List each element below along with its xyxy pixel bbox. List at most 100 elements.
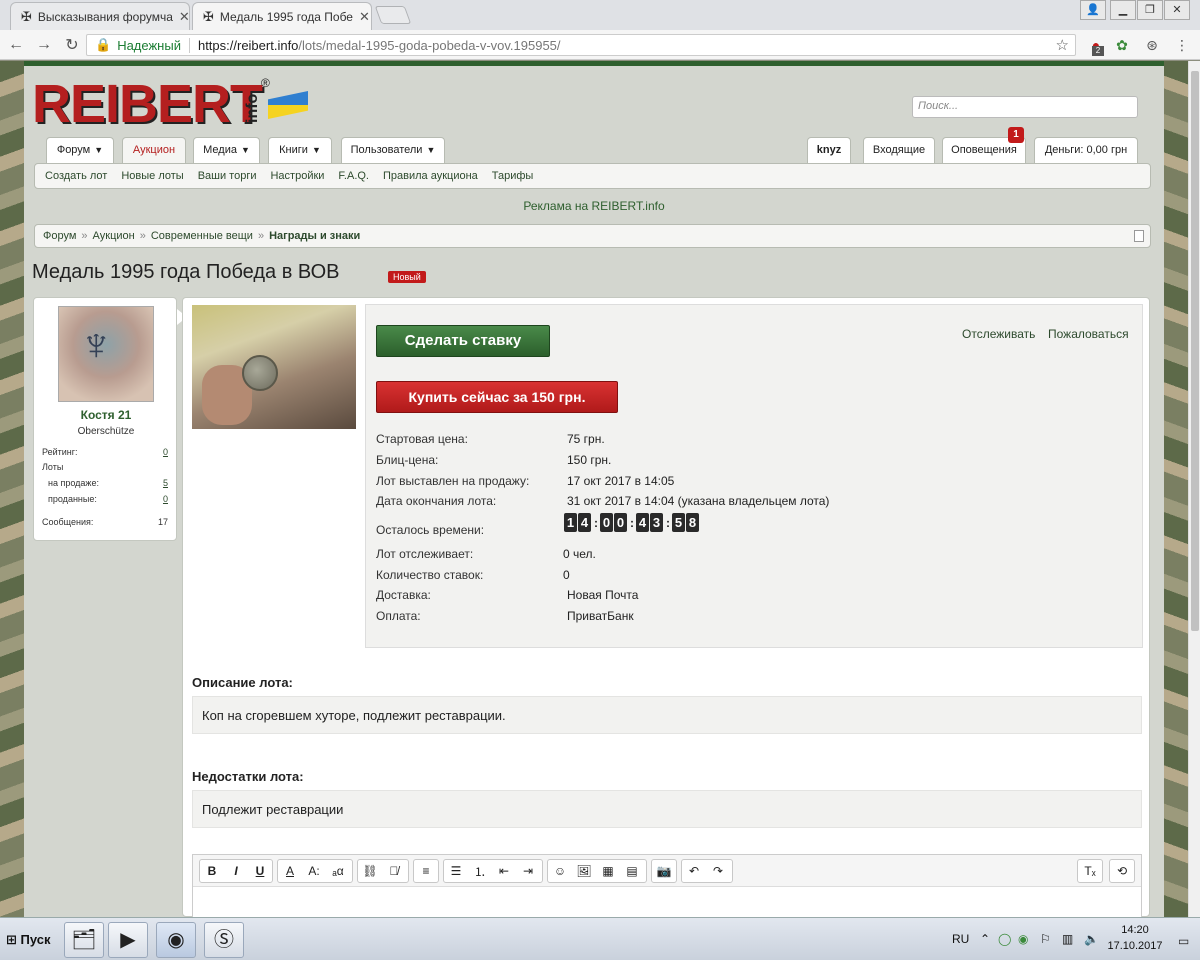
menu-icon[interactable]: ⋮ [1172, 35, 1192, 55]
file-explorer-icon[interactable]: 🗂 [64, 922, 104, 958]
close-icon[interactable]: ✕ [173, 9, 189, 25]
redo-icon[interactable]: ↷ [706, 864, 730, 878]
reload-icon[interactable]: ↻ [60, 35, 84, 55]
link-icon[interactable]: ⛓ [358, 864, 382, 878]
browser-tab-active[interactable]: ✠ Медаль 1995 года Побе ✕ [192, 2, 372, 30]
address-bar[interactable]: 🔒 Надежный https://reibert.info /lots/me… [86, 34, 1076, 56]
media-icon[interactable]: ▦ [596, 864, 620, 878]
tab-books[interactable]: Книги ▼ [268, 137, 332, 163]
bold-icon[interactable]: B [200, 864, 224, 878]
field-value: Новая Почта [567, 588, 639, 602]
trident-icon: ♆ [79, 318, 114, 370]
start-button[interactable]: ⊞ Пуск [2, 925, 54, 955]
action-center-flag-icon[interactable]: ⚐ [1040, 932, 1051, 946]
avatar[interactable]: ♆ [58, 306, 154, 402]
camera-icon[interactable]: 📷 [652, 864, 676, 878]
timer-separator: : [630, 515, 634, 530]
field-value: 0 [563, 568, 570, 582]
outdent-icon[interactable]: ⇤ [492, 864, 516, 878]
bookmark-star-icon[interactable]: ☆ [1056, 36, 1069, 54]
volume-icon[interactable]: 🔈 [1084, 932, 1099, 946]
extension-icon[interactable]: ⊛ [1142, 35, 1162, 55]
page-title: Медаль 1995 года Победа в ВОВ [32, 261, 340, 283]
subnav-create-lot[interactable]: Создать лот [45, 170, 107, 182]
subnav-settings[interactable]: Настройки [270, 170, 324, 182]
tab-username[interactable]: knyz [807, 137, 851, 163]
language-indicator[interactable]: RU [952, 932, 969, 946]
insert-group: ☺ 🖼 ▦ ▤ [547, 859, 647, 883]
close-window-button[interactable]: ✕ [1164, 0, 1190, 20]
breadcrumb-item[interactable]: Аукцион [93, 230, 135, 242]
toggle-bbcode-icon[interactable]: ⟲ [1110, 864, 1134, 878]
skype-icon[interactable]: Ⓢ [204, 922, 244, 958]
numbered-list-icon[interactable]: ⒈ [468, 863, 492, 880]
undo-icon[interactable]: ↶ [682, 864, 706, 878]
chrome-icon[interactable]: ◉ [156, 922, 196, 958]
media-player-icon[interactable]: ▶ [108, 922, 148, 958]
bullet-list-icon[interactable]: ☰ [444, 864, 468, 878]
timer-digit: 4 [636, 513, 649, 532]
breadcrumb-item[interactable]: Современные вещи [151, 230, 253, 242]
search-input[interactable]: Поиск... [912, 96, 1138, 118]
site-logo[interactable]: REIBERT [32, 77, 263, 131]
subnav-tariffs[interactable]: Тарифы [492, 170, 534, 182]
tray-app-icon[interactable]: ◉ [1018, 932, 1028, 946]
maximize-button[interactable]: ❐ [1137, 0, 1163, 20]
font-family-icon[interactable]: ₐα [326, 864, 350, 878]
italic-icon[interactable]: I [224, 864, 248, 878]
clear-format-icon[interactable]: Tₓ [1078, 864, 1102, 878]
place-bid-button[interactable]: Сделать ставку [376, 325, 550, 357]
align-icon[interactable]: ≡ [414, 864, 438, 878]
minimize-button[interactable]: ▁ [1110, 0, 1136, 20]
text-color-icon[interactable]: A [278, 864, 302, 878]
reply-editor[interactable]: B I U A A: ₐα ⛓ ⛓̸ ≡ ☰ ⒈ ⇤ ⇥ ☺ 🖼 ▦ ▤ 📷 ↶… [192, 854, 1142, 917]
forward-icon[interactable]: → [32, 36, 56, 54]
report-link[interactable]: Пожаловаться [1048, 327, 1129, 341]
breadcrumb-item[interactable]: Форум [43, 230, 76, 242]
unlink-icon[interactable]: ⛓̸ [382, 864, 406, 878]
breadcrumb-separator: » [139, 230, 146, 242]
underline-icon[interactable]: U [248, 864, 272, 878]
buy-now-button[interactable]: Купить сейчас за 150 грн. [376, 381, 618, 413]
subnav-faq[interactable]: F.A.Q. [338, 170, 369, 182]
tab-forum[interactable]: Форум ▼ [46, 137, 114, 163]
chevron-down-icon: ▼ [94, 145, 104, 155]
ad-link[interactable]: Реклама на REIBERT.info [24, 199, 1164, 213]
user-profile-icon[interactable]: 👤 [1080, 0, 1106, 20]
quote-icon[interactable]: ▤ [620, 864, 644, 878]
font-size-icon[interactable]: A: [302, 864, 326, 878]
watch-link[interactable]: Отслеживать [962, 327, 1035, 341]
tray-app-icon[interactable]: ◯ [998, 932, 1011, 946]
scrollbar[interactable] [1188, 61, 1200, 917]
extension-icon[interactable]: ✿ [1112, 35, 1132, 55]
notification-center-icon[interactable]: ▭ [1178, 934, 1189, 948]
scrollbar-thumb[interactable] [1191, 71, 1199, 631]
clock-date: 17.10.2017 [1107, 940, 1163, 952]
link-group: ⛓ ⛓̸ [357, 859, 409, 883]
network-icon[interactable]: ▥ [1062, 932, 1073, 946]
tab-auction[interactable]: Аукцион [122, 137, 186, 165]
lot-photo[interactable] [192, 305, 356, 429]
field-value: 0 чел. [563, 547, 596, 561]
tab-inbox[interactable]: Входящие [863, 137, 935, 163]
browser-tab[interactable]: ✠ Высказывания форумча ✕ [10, 2, 190, 30]
smiley-icon[interactable]: ☺ [548, 864, 572, 878]
image-icon[interactable]: 🖼 [572, 864, 596, 878]
tab-money[interactable]: Деньги: 0,00 грн [1034, 137, 1138, 163]
seller-name[interactable]: Костя 21 [34, 408, 178, 422]
close-icon[interactable]: ✕ [353, 9, 370, 25]
new-tab-button[interactable] [374, 6, 412, 24]
back-icon[interactable]: ← [4, 36, 28, 54]
breadcrumb-current[interactable]: Награды и знаки [269, 230, 360, 242]
clock[interactable]: 14:20 17.10.2017 [1100, 922, 1170, 954]
seller-stat-on-sale: на продаже: 5 [48, 478, 168, 488]
subnav-new-lots[interactable]: Новые лоты [121, 170, 183, 182]
tab-users[interactable]: Пользователи ▼ [341, 137, 445, 163]
tray-expand-icon[interactable]: ⌃ [980, 932, 990, 946]
page-icon[interactable] [1134, 230, 1144, 242]
tab-media[interactable]: Медиа ▼ [193, 137, 260, 163]
indent-icon[interactable]: ⇥ [516, 864, 540, 878]
notification-count-badge: 1 [1008, 127, 1024, 143]
subnav-rules[interactable]: Правила аукциона [383, 170, 478, 182]
subnav-your-bids[interactable]: Ваши торги [198, 170, 257, 182]
